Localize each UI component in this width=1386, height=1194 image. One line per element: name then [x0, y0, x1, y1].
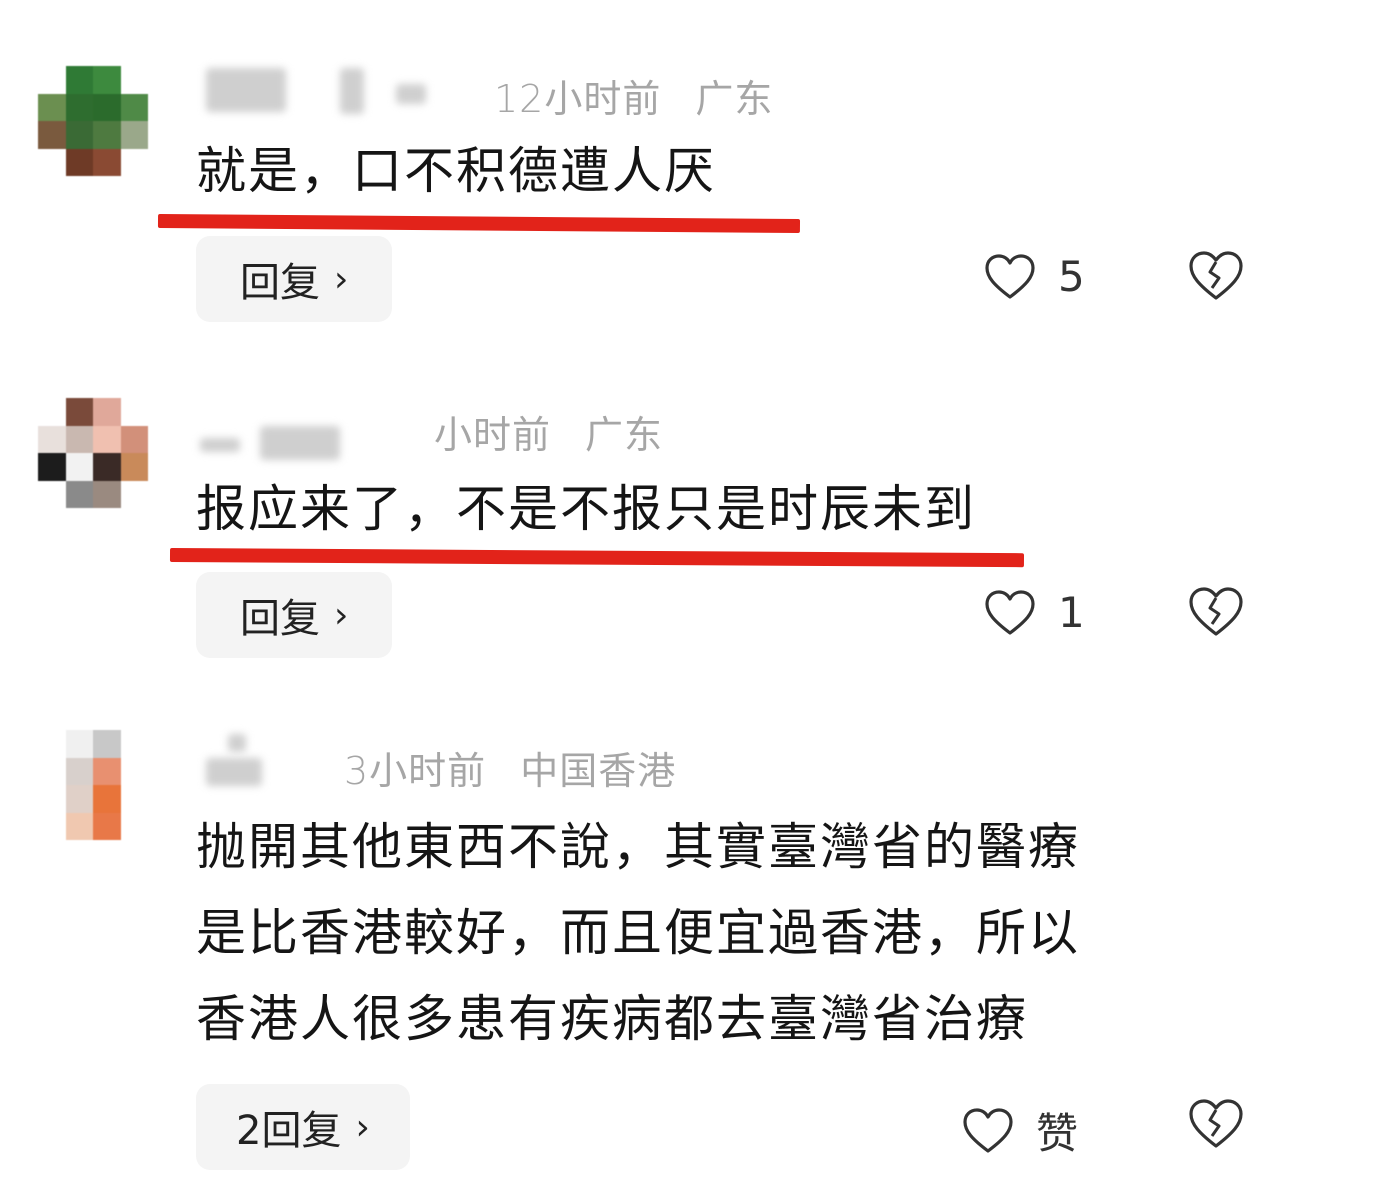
- comment-location: 广东: [695, 77, 774, 121]
- heart-outline-icon: [985, 589, 1035, 635]
- avatar[interactable]: [38, 66, 148, 176]
- comment-meta: 小时前 广东: [434, 404, 663, 459]
- red-underline: [157, 214, 801, 234]
- comment-text: 报应来了，不是不报只是时辰未到: [196, 480, 976, 538]
- chevron-right-icon: ›: [334, 594, 349, 636]
- reply-label: 回复: [240, 596, 320, 642]
- comment-time: 小时前: [434, 413, 552, 457]
- like-count: 赞: [1036, 1109, 1079, 1158]
- like-button[interactable]: 5: [984, 252, 1085, 301]
- like-count: 1: [1058, 588, 1085, 637]
- comment-meta: 3小时前 中国香港: [344, 740, 676, 795]
- like-count: 5: [1058, 252, 1085, 301]
- heart-outline-icon: [963, 1107, 1013, 1153]
- like-button[interactable]: 赞: [962, 1100, 1078, 1161]
- chevron-right-icon: ›: [334, 258, 349, 300]
- comment-text-line: 香港人很多患有疾病都去臺灣省治療: [196, 990, 1028, 1048]
- heart-outline-icon: [985, 253, 1035, 299]
- avatar[interactable]: [38, 730, 148, 840]
- comment-time: 3小时前: [344, 749, 487, 793]
- comment-text: 抛開其他東西不說，其實臺灣省的醫療 是比香港較好，而且便宜過香港，所以 香港人很…: [196, 804, 1080, 1062]
- reply-button[interactable]: 2回复 ›: [196, 1084, 410, 1170]
- comment-meta: 12小时前 广东: [494, 68, 773, 123]
- comment-text-line: 是比香港較好，而且便宜過香港，所以: [196, 904, 1080, 962]
- dislike-button[interactable]: [1188, 1098, 1244, 1154]
- comment-time: 12小时前: [494, 77, 662, 121]
- comment-text-line: 抛開其他東西不說，其實臺灣省的醫療: [196, 818, 1080, 876]
- reply-button[interactable]: 回复 ›: [196, 572, 393, 658]
- avatar[interactable]: [38, 398, 148, 508]
- comment-location: 中国香港: [520, 749, 677, 793]
- comment-location: 广东: [585, 413, 664, 457]
- dislike-button[interactable]: [1188, 250, 1244, 306]
- reply-label: 2回复: [236, 1108, 342, 1154]
- broken-heart-icon: [1189, 251, 1243, 300]
- like-button[interactable]: 1: [984, 588, 1085, 637]
- comment-text: 就是，口不积德遭人厌: [196, 142, 716, 200]
- broken-heart-icon: [1189, 1099, 1243, 1148]
- broken-heart-icon: [1189, 587, 1243, 636]
- reply-label: 回复: [240, 260, 320, 306]
- dislike-button[interactable]: [1188, 586, 1244, 642]
- reply-button[interactable]: 回复 ›: [196, 236, 393, 322]
- chevron-right-icon: ›: [355, 1106, 370, 1148]
